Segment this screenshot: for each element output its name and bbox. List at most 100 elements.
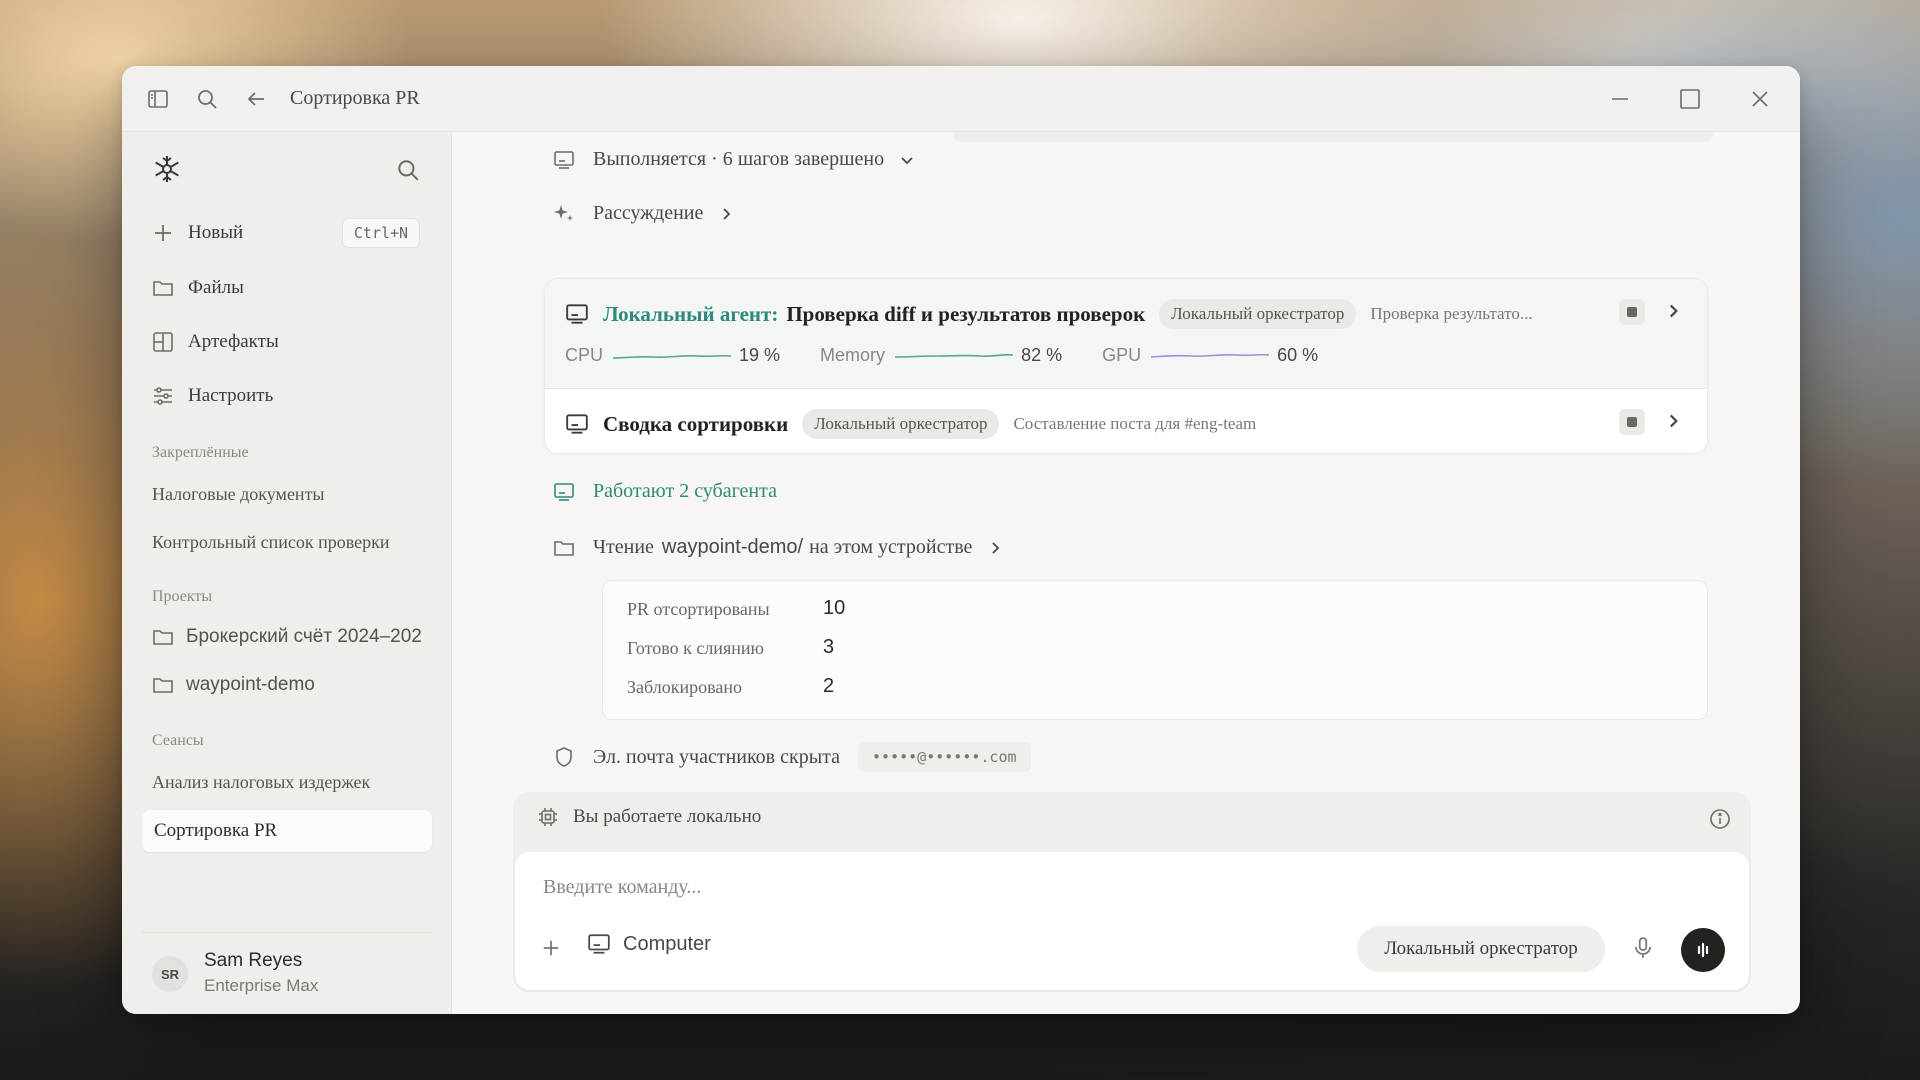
sessions-heading: Сеансы <box>152 732 204 749</box>
stat-label: Заблокировано <box>627 677 742 697</box>
user-name[interactable]: Sam Reyes <box>204 950 302 972</box>
triage-stats-panel: PR отсортированы 10 Готово к слиянию 3 З… <box>602 580 1708 720</box>
stat-value: 3 <box>823 636 835 658</box>
reading-prefix: Чтение <box>593 536 654 558</box>
scrolled-content-edge <box>953 132 1713 142</box>
agent-label: Локальный агент: <box>603 301 779 326</box>
chevron-right-icon[interactable] <box>1663 301 1683 326</box>
sidebar-divider <box>142 932 432 933</box>
sliders-icon <box>154 387 172 405</box>
window-title: Сортировка PR <box>290 87 420 109</box>
search-icon[interactable] <box>195 87 219 111</box>
agent-substatus: Проверка результато... <box>1370 304 1533 323</box>
metric-value: 19 % <box>739 345 781 365</box>
plus-icon <box>155 225 171 241</box>
microphone-icon[interactable] <box>1631 936 1655 965</box>
info-icon[interactable] <box>1709 808 1731 835</box>
stop-agent-button[interactable] <box>1619 299 1645 325</box>
project-item[interactable]: Брокерский счёт 2024–202 <box>152 626 422 648</box>
resource-metrics: CPU 19 % Memory 82 % GPU 60 % <box>565 345 1358 366</box>
chevron-right-icon <box>986 539 1004 557</box>
monitor-icon <box>553 149 575 171</box>
status-row[interactable]: Выполняется · 6 шагов завершено <box>553 148 916 171</box>
subagents-row[interactable]: Работают 2 субагента <box>553 480 777 503</box>
orchestrator-badge: Локальный оркестратор <box>802 409 1000 439</box>
privacy-text: Эл. почта участников скрыта <box>593 745 841 768</box>
nav-artifacts-label: Артефакты <box>188 331 279 352</box>
privacy-row: Эл. почта участников скрыта •••••@••••••… <box>553 742 1031 772</box>
sparkle-icon <box>553 203 575 225</box>
monitor-icon <box>566 304 588 324</box>
pinned-item[interactable]: Налоговые документы <box>152 484 325 505</box>
nav-files[interactable]: Файлы <box>152 277 244 299</box>
agent-row-local[interactable]: Локальный агент: Проверка diff и результ… <box>545 279 1707 389</box>
nav-new-label: Новый <box>188 222 244 243</box>
cpu-sparkline <box>613 354 732 359</box>
add-attachment-icon[interactable] <box>541 938 561 963</box>
composer-box: Computer Локальный оркестратор <box>515 852 1749 990</box>
maximize-icon[interactable] <box>1678 87 1702 111</box>
folder-icon <box>553 537 575 559</box>
local-notice: Вы работаете локально <box>537 806 761 828</box>
memory-sparkline <box>895 353 1014 358</box>
summary-substatus: Составление поста для #eng-team <box>1013 414 1257 433</box>
artifacts-icon <box>153 332 173 352</box>
computer-toggle-button[interactable]: Computer <box>587 932 711 956</box>
app-logo-icon[interactable] <box>152 154 182 184</box>
folder-icon <box>153 630 173 645</box>
reading-path: waypoint-demo/ <box>661 536 804 558</box>
reading-suffix: на этом устройстве <box>809 536 973 558</box>
chevron-down-icon[interactable] <box>898 151 916 169</box>
project-label: Брокерский счёт 2024–202 <box>186 626 422 647</box>
metric-label: CPU <box>565 345 604 365</box>
stat-label: PR отсортированы <box>627 599 770 619</box>
sidebar-search-icon[interactable] <box>396 158 420 187</box>
masked-email: •••••@••••••.com <box>858 742 1031 772</box>
nav-customize[interactable]: Настроить <box>152 385 273 407</box>
sidebar-toggle-icon[interactable] <box>146 87 170 111</box>
nav-new[interactable]: Новый <box>152 222 243 244</box>
nav-artifacts[interactable]: Артефакты <box>152 331 279 353</box>
composer: Вы работаете локально Computer Локальный… <box>513 792 1751 992</box>
chevron-right-icon <box>717 205 735 223</box>
session-item-active[interactable]: Сортировка PR <box>142 810 432 852</box>
session-item[interactable]: Анализ налоговых издержек <box>152 772 370 793</box>
pinned-item[interactable]: Контрольный список проверки <box>152 532 390 553</box>
metric-label: GPU <box>1102 345 1142 365</box>
avatar[interactable]: SR <box>152 956 188 992</box>
summary-task: Сводка сортировки <box>603 411 789 436</box>
agent-task: Проверка diff и результатов проверок <box>786 301 1146 326</box>
orchestrator-badge: Локальный оркестратор <box>1159 299 1357 329</box>
back-arrow-icon[interactable] <box>244 87 268 111</box>
metric-value: 82 % <box>1021 345 1063 365</box>
folder-icon <box>153 281 173 296</box>
nav-customize-label: Настроить <box>188 385 274 406</box>
agents-card: Локальный агент: Проверка diff и результ… <box>544 278 1708 454</box>
voice-mode-button[interactable] <box>1681 928 1725 972</box>
title-bar: Сортировка PR <box>122 66 1800 132</box>
orchestrator-select-button[interactable]: Локальный оркестратор <box>1357 926 1605 972</box>
local-notice-text: Вы работаете локально <box>573 806 762 827</box>
stat-value: 2 <box>823 675 835 697</box>
pinned-heading: Закреплённые <box>152 444 249 461</box>
monitor-icon <box>566 414 588 434</box>
reasoning-label: Рассуждение <box>593 202 704 224</box>
stat-value: 10 <box>823 597 846 619</box>
main-panel: Выполняется · 6 шагов завершено Рассужде… <box>453 132 1800 1014</box>
agent-row-summary[interactable]: Сводка сортировки Локальный оркестратор … <box>565 409 1256 439</box>
gpu-sparkline <box>1151 353 1270 358</box>
reading-row[interactable]: Чтение waypoint-demo/ на этом устройстве <box>553 536 1004 559</box>
chevron-right-icon[interactable] <box>1663 411 1683 436</box>
minimize-icon[interactable] <box>1608 87 1632 111</box>
command-input[interactable] <box>543 870 1443 904</box>
project-item[interactable]: waypoint-demo <box>152 674 315 696</box>
metric-value: 60 % <box>1277 345 1319 365</box>
projects-heading: Проекты <box>152 588 213 605</box>
close-icon[interactable] <box>1748 87 1772 111</box>
sidebar: Новый Ctrl+N Файлы Артефакты Настроить З… <box>122 132 452 1014</box>
reasoning-row[interactable]: Рассуждение <box>553 202 735 225</box>
app-window: Сортировка PR Новый Ctrl+N Файлы Артефак… <box>122 66 1800 1014</box>
shield-icon <box>553 746 575 768</box>
stop-summary-button[interactable] <box>1619 409 1645 435</box>
chip-icon <box>539 808 557 826</box>
